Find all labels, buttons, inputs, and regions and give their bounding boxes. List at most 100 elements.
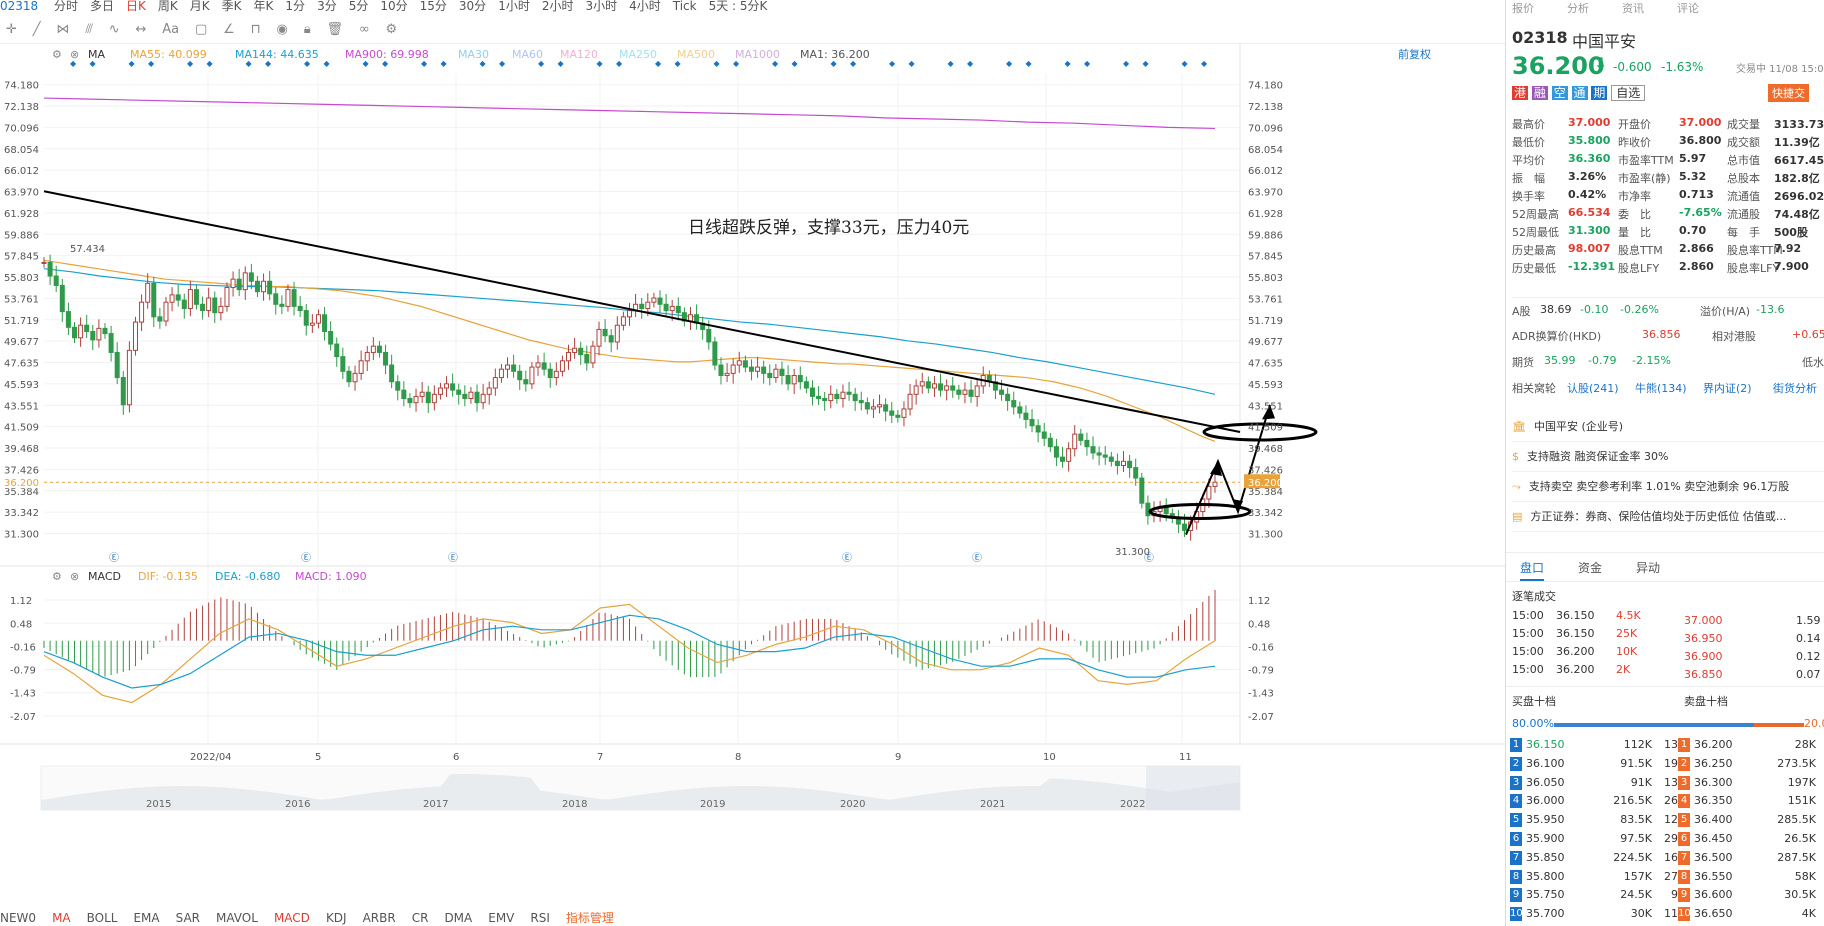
indicator-tab[interactable]: EMV — [488, 912, 514, 925]
indicator-tab[interactable]: MA — [52, 912, 71, 925]
dividend-marker-icon[interactable]: Ⓔ — [448, 552, 458, 564]
period-tab[interactable]: 5分 — [349, 0, 369, 13]
macd-name[interactable]: MACD — [88, 570, 121, 583]
info-item[interactable]: 🏛︎ 中国平安 (企业号) — [1512, 412, 1824, 442]
indicator-tab[interactable]: KDJ — [326, 912, 347, 925]
warrant-link[interactable]: 街货分析 — [1773, 380, 1817, 396]
dividend-marker-icon[interactable]: Ⓔ — [301, 552, 311, 564]
ask-price[interactable]: 36.350 — [1694, 794, 1733, 807]
wave-tool-icon[interactable]: ∿ — [109, 22, 120, 37]
period-tab[interactable]: 周K — [158, 0, 178, 13]
dividend-marker-icon[interactable]: Ⓔ — [109, 552, 119, 564]
bid-price[interactable]: 35.850 — [1526, 851, 1565, 864]
text-tool-icon[interactable]: Aa — [162, 22, 179, 37]
period-tab[interactable]: 日K — [126, 0, 146, 13]
info-item[interactable]: ⤳ 支持卖空 卖空参考利率 1.01% 卖空池剩余 96.1万股 — [1512, 472, 1824, 502]
bid-price[interactable]: 35.750 — [1526, 888, 1565, 901]
period-tab[interactable]: 10分 — [380, 0, 407, 13]
indicator-tab[interactable]: MACD — [274, 912, 310, 925]
period-tab[interactable]: 多日 — [90, 0, 114, 13]
indicator-tab[interactable]: 指标管理 — [566, 912, 614, 925]
ask-price[interactable]: 36.200 — [1694, 738, 1733, 751]
period-tab[interactable]: 分时 — [54, 0, 78, 13]
kline-chart[interactable]: ⚙ ⊗ MA MA55: 40.099 MA144: 44.635 MA900:… — [0, 44, 1505, 926]
trend-line[interactable] — [43, 190, 1241, 433]
bid-price[interactable]: 36.100 — [1526, 757, 1565, 770]
depth-price: 37.000 — [1684, 614, 1723, 627]
arrow-tool-icon[interactable]: ↔ — [136, 22, 147, 37]
adjust-toggle[interactable]: 前复权 — [1398, 47, 1431, 61]
macd-settings-icon[interactable]: ⚙ — [52, 570, 62, 583]
bid-price[interactable]: 36.000 — [1526, 794, 1565, 807]
quick-trade-button[interactable]: 快捷交 — [1768, 84, 1809, 102]
bid-price[interactable]: 35.950 — [1526, 813, 1565, 826]
period-tab[interactable]: 15分 — [420, 0, 447, 13]
ask-price[interactable]: 36.300 — [1694, 776, 1733, 789]
overview-window[interactable] — [1146, 766, 1240, 810]
period-tab[interactable]: 5天 : 5分K — [709, 0, 768, 13]
ask-price[interactable]: 36.250 — [1694, 757, 1733, 770]
detail-tab[interactable]: 盘口 — [1520, 561, 1545, 581]
ask-price[interactable]: 36.400 — [1694, 813, 1733, 826]
period-tab[interactable]: Tick — [673, 0, 697, 13]
info-item[interactable]: $ 支持融资 融资保证金率 30% — [1512, 442, 1824, 472]
annotation-text[interactable]: 日线超跌反弹，支撑33元，压力40元 — [688, 218, 969, 238]
lock-icon[interactable]: 🔒︎ — [304, 22, 311, 37]
settings-icon[interactable]: ⚙ — [52, 48, 62, 61]
indicator-tab[interactable]: EMA — [133, 912, 159, 925]
period-tab[interactable]: 年K — [254, 0, 274, 13]
right-tabs[interactable]: 报价 分析 资讯 评论 — [1512, 0, 1699, 16]
detail-tab[interactable]: 资金 — [1578, 561, 1602, 575]
period-tab[interactable]: 30分 — [459, 0, 486, 13]
settings-icon[interactable]: ⚙ — [385, 22, 397, 37]
period-tab[interactable]: 1分 — [285, 0, 305, 13]
ask-price[interactable]: 36.550 — [1694, 870, 1733, 883]
stock-code-tab[interactable]: 02318 — [0, 0, 38, 13]
dividend-marker-icon[interactable]: Ⓔ — [842, 552, 852, 564]
indicator-tab[interactable]: ARBR — [363, 912, 396, 925]
dividend-marker-icon[interactable]: Ⓔ — [1144, 552, 1154, 564]
ask-price[interactable]: 36.650 — [1694, 907, 1733, 920]
crosshair-icon[interactable]: ✛ — [6, 22, 17, 37]
period-tab[interactable]: 1小时 — [498, 0, 530, 13]
indicator-tab[interactable]: BOLL — [87, 912, 118, 925]
indicator-tab[interactable]: NEW0 — [0, 912, 36, 925]
magnet-icon[interactable]: ⊓ — [251, 22, 261, 37]
channel-tool-icon[interactable]: ⫻ — [85, 22, 93, 37]
period-tab[interactable]: 4小时 — [629, 0, 661, 13]
measure-tool-icon[interactable]: ∠ — [223, 22, 235, 37]
bid-price[interactable]: 35.900 — [1526, 832, 1565, 845]
square-tool-icon[interactable]: ▢ — [195, 22, 207, 37]
macd-close-icon[interactable]: ⊗ — [70, 570, 79, 583]
indicator-tab[interactable]: RSI — [530, 912, 550, 925]
trash-icon[interactable]: 🗑︎ — [326, 22, 343, 37]
period-tab[interactable]: 3分 — [317, 0, 337, 13]
period-tab[interactable]: 3小时 — [585, 0, 617, 13]
period-tab[interactable]: 2小时 — [542, 0, 574, 13]
ask-price[interactable]: 36.500 — [1694, 851, 1733, 864]
ask-price[interactable]: 36.600 — [1694, 888, 1733, 901]
bid-price[interactable]: 36.150 — [1526, 738, 1565, 751]
ask-price[interactable]: 36.450 — [1694, 832, 1733, 845]
selfsel-button[interactable]: 自选 — [1611, 85, 1646, 101]
indicator-tab[interactable]: MAVOL — [216, 912, 258, 925]
line-tool-icon[interactable]: ╱ — [33, 22, 41, 37]
warrant-link[interactable]: 界内证(2) — [1703, 380, 1752, 396]
dividend-marker-icon[interactable]: Ⓔ — [972, 552, 982, 564]
indicator-tab[interactable]: DMA — [444, 912, 472, 925]
indicator-tab[interactable]: SAR — [176, 912, 200, 925]
fib-tool-icon[interactable]: ⋈ — [56, 22, 69, 37]
period-tab[interactable]: 月K — [190, 0, 210, 13]
bid-price[interactable]: 35.700 — [1526, 907, 1565, 920]
bid-price[interactable]: 35.800 — [1526, 870, 1565, 883]
eye-icon[interactable]: ◉ — [277, 22, 288, 37]
warrant-link[interactable]: 认股(241) — [1567, 380, 1619, 396]
link-icon[interactable]: ∞ — [359, 22, 370, 37]
detail-tab[interactable]: 异动 — [1636, 561, 1660, 575]
info-item[interactable]: ▤ 方正证券：券商、保险估值均处于历史低位 估值或... — [1512, 502, 1824, 532]
period-tab[interactable]: 季K — [222, 0, 242, 13]
warrant-link[interactable]: 牛熊(134) — [1635, 380, 1687, 396]
candle-body — [1060, 456, 1066, 462]
bid-price[interactable]: 36.050 — [1526, 776, 1565, 789]
indicator-tab[interactable]: CR — [412, 912, 429, 925]
